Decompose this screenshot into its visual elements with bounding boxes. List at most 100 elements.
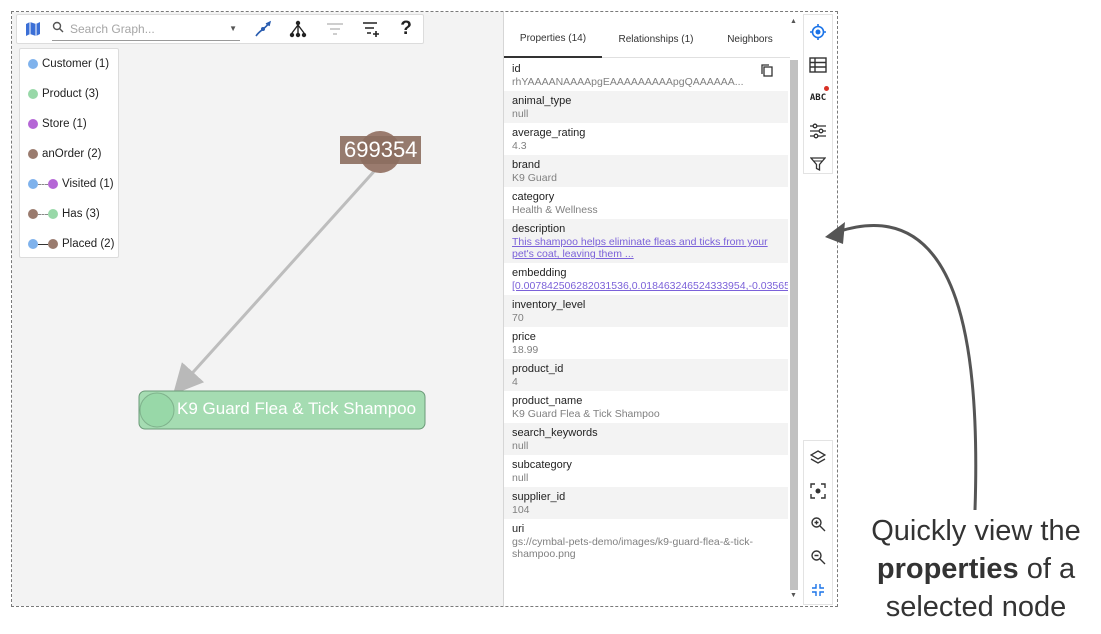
legend-label: Product (3) [42,88,99,100]
product-dot [28,89,38,99]
property-key: brand [512,159,541,171]
zoom-out-icon[interactable] [804,540,832,573]
placed-edge-icon [28,239,58,249]
sliders-icon[interactable] [804,114,832,147]
property-row: category Health & Wellness [504,187,788,219]
tab-properties[interactable]: Properties (14) [504,20,602,58]
properties-scrollbar[interactable]: ▲ ▼ [789,18,798,601]
property-row: embedding [0.007842506282031536,0.0184632… [504,263,788,295]
has-edge-icon [28,209,58,219]
property-value: 18.99 [512,344,539,356]
property-value: K9 Guard Flea & Tick Shampoo [512,408,660,420]
filter-list-icon [318,15,352,43]
caption-line-3: selected node [885,591,1067,623]
property-value: 4.3 [512,140,527,152]
map-icon[interactable] [17,15,49,43]
property-row: animal_type null [504,91,788,123]
order-node-label[interactable]: 699354 [340,136,422,164]
path-icon[interactable] [248,15,278,43]
property-value[interactable]: [0.007842506282031536,0.0184632465243339… [512,280,788,292]
property-key: product_id [512,363,564,375]
caption-rest: of a [1018,553,1076,585]
property-value: null [512,108,529,120]
property-key: search_keywords [512,427,598,439]
tab-relationships[interactable]: Relationships (1) [602,20,710,58]
property-key: price [512,331,536,343]
search-input[interactable]: Search Graph... ▼ [52,17,240,41]
scrollbar-thumb[interactable] [790,60,798,590]
tab-neighbors[interactable]: Neighbors [710,20,790,58]
property-value: gs://cymbal-pets-demo/images/k9-guard-fl… [512,536,753,560]
property-key: uri [512,523,525,535]
legend-item-placed[interactable]: Placed (2) [28,237,114,251]
property-key: subcategory [512,459,572,471]
properties-panel: Properties (14) Relationships (1) Neighb… [503,12,799,606]
property-key: inventory_level [512,299,586,311]
toolbar-actions: ? [248,15,422,43]
legend-item-visited[interactable]: Visited (1) [28,177,114,191]
copy-icon[interactable] [761,64,773,82]
caption-line-1: Quickly view the [871,515,1081,547]
hierarchy-icon[interactable] [278,15,318,43]
search-icon [52,20,64,38]
scroll-up-icon[interactable]: ▲ [790,18,797,25]
customer-dot [28,59,38,69]
funnel-filter-icon[interactable] [804,147,832,180]
collapse-icon[interactable] [804,573,832,606]
annotation-arrow [825,222,978,511]
property-row: product_name K9 Guard Flea & Tick Shampoo [504,391,788,423]
property-key: supplier_id [512,491,566,503]
property-value: Health & Wellness [512,204,598,216]
product-node-circle [139,392,175,428]
caption-bold: properties [876,553,1019,585]
add-filter-icon[interactable] [352,15,390,43]
property-row: brand K9 Guard [504,155,788,187]
legend-label: anOrder (2) [42,148,102,160]
property-value: rhYAAAANAAAApgEAAAAAAAAApgQAAAAAA... [512,76,744,88]
property-value: null [512,472,529,484]
legend-label: Has (3) [62,208,100,220]
property-value: 70 [512,312,524,324]
property-value: 4 [512,376,518,388]
property-value: 104 [512,504,530,516]
chevron-down-icon[interactable]: ▼ [229,24,237,33]
property-value: null [512,440,529,452]
property-row: price 18.99 [504,327,788,359]
legend-label: Placed (2) [62,238,115,250]
property-row: inventory_level 70 [504,295,788,327]
right-toolbar-top: ABC [803,14,833,174]
legend-label: Store (1) [42,118,87,130]
legend-item-customer[interactable]: Customer (1) [28,57,109,71]
property-key: description [512,223,566,235]
property-row: search_keywords null [504,423,788,455]
legend-item-anorder[interactable]: anOrder (2) [28,147,101,161]
legend-label: Customer (1) [42,58,110,70]
scroll-down-icon[interactable]: ▼ [790,592,797,599]
properties-list: id rhYAAAANAAAApgEAAAAAAAAApgQAAAAAA... an… [504,59,788,599]
property-row: id rhYAAAANAAAApgEAAAAAAAAApgQAAAAAA... [504,59,788,91]
annotation-caption: Quickly view the properties of a selecte… [856,512,1096,626]
property-key: average_rating [512,127,586,139]
legend-item-has[interactable]: Has (3) [28,207,100,221]
legend-item-store[interactable]: Store (1) [28,117,87,131]
graph-legend: Customer (1) Product (3) Store (1) anOrd… [19,48,119,258]
property-row: average_rating 4.3 [504,123,788,155]
panel-tabs: Properties (14) Relationships (1) Neighb… [504,20,790,58]
legend-item-product[interactable]: Product (3) [28,87,99,101]
store-dot [28,119,38,129]
property-row: uri gs://cymbal-pets-demo/images/k9-guard… [504,519,788,563]
property-key: embedding [512,267,567,279]
property-key: category [512,191,555,203]
help-icon[interactable]: ? [390,15,422,43]
property-row: subcategory null [504,455,788,487]
product-node-label[interactable]: K9 Guard Flea & Tick Shampoo [177,399,416,419]
table-icon[interactable] [804,48,832,81]
search-placeholder: Search Graph... [70,21,155,36]
property-row: description This shampoo helps eliminate … [504,219,788,263]
locate-icon[interactable] [804,15,832,48]
anorder-dot [28,149,38,159]
abc-label-icon[interactable]: ABC [804,81,832,114]
property-value[interactable]: This shampoo helps eliminate fleas and t… [512,236,780,260]
legend-label: Visited (1) [62,178,114,190]
visited-edge-icon [28,179,58,189]
